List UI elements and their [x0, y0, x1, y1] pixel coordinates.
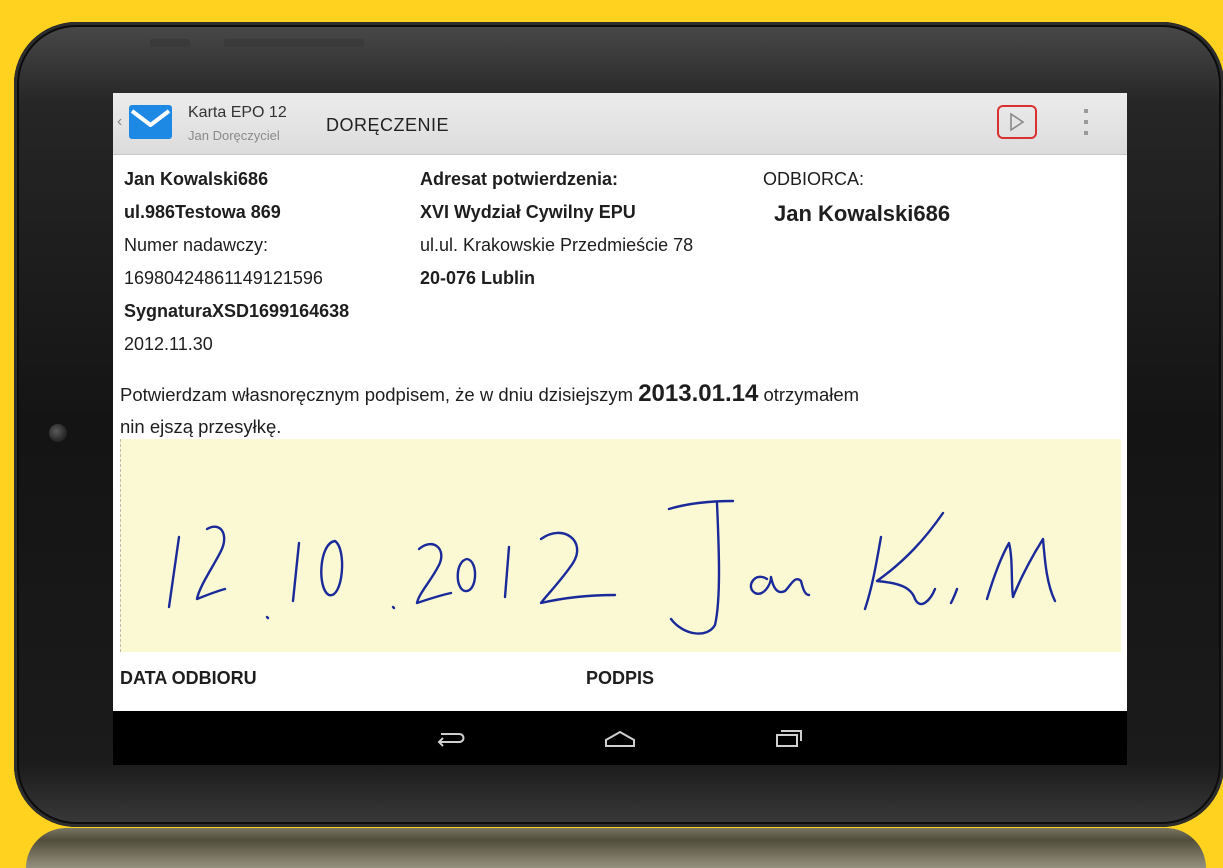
- navigation-bar: [113, 711, 1127, 765]
- recipient-name: Jan Kowalski686: [774, 201, 951, 226]
- section-title: DORĘCZENIE: [326, 115, 450, 135]
- signature-label: PODPIS: [586, 668, 655, 688]
- statement-date: 2013.01.14: [638, 380, 759, 407]
- confirmation-city: 20-076 Lublin: [420, 268, 536, 288]
- send-button[interactable]: [997, 105, 1037, 139]
- sender-date: 2012.11.30: [124, 334, 213, 354]
- card-title: Karta EPO 12: [188, 104, 287, 121]
- action-bar: ‹ Karta EPO 12 Jan Doręczyciel DORĘCZENI…: [113, 93, 1127, 155]
- statement-line-2: nin ejszą przesyłkę.: [120, 416, 282, 437]
- tablet-screen: ‹ Karta EPO 12 Jan Doręczyciel DORĘCZENI…: [113, 93, 1127, 765]
- tracking-label: Numer nadawczy:: [124, 235, 269, 255]
- confirmation-name: XVI Wydział Cywilny EPU: [420, 202, 636, 222]
- up-caret-icon[interactable]: ‹: [117, 113, 122, 131]
- overflow-menu-icon[interactable]: [1081, 109, 1091, 135]
- confirmation-label: Adresat potwierdzenia:: [420, 169, 619, 189]
- sender-street: ul.986Testowa 869: [124, 202, 281, 222]
- home-icon[interactable]: [600, 724, 640, 752]
- statement-text: Potwierdzam własnoręcznym podpisem, że w…: [120, 384, 639, 405]
- card-subtitle: Jan Doręczyciel: [188, 128, 280, 143]
- play-icon: [1010, 112, 1025, 132]
- sender-name: Jan Kowalski686: [124, 169, 269, 189]
- recipient-label: ODBIORCA:: [763, 169, 865, 189]
- handwritten-signature: [167, 499, 1057, 635]
- tablet-reflection: [26, 828, 1206, 868]
- statement-line-1: Potwierdzam własnoręcznym podpisem, że w…: [120, 380, 860, 407]
- signature-ref: SygnaturaXSD1699164638: [124, 301, 350, 321]
- statement-text-end: otrzymałem: [758, 384, 860, 405]
- signature-pad[interactable]: [120, 439, 1121, 652]
- date-label: DATA ODBIORU: [120, 668, 257, 688]
- volume-button: [224, 39, 364, 47]
- tracking-number: 169804248611491215​96: [124, 268, 323, 288]
- front-camera: [49, 424, 67, 442]
- recent-apps-icon[interactable]: [767, 724, 807, 752]
- confirmation-street: ul.ul. Krakowskie Przedmieście 78: [420, 235, 694, 255]
- power-button: [150, 39, 190, 47]
- back-icon[interactable]: [429, 724, 469, 752]
- envelope-icon[interactable]: [129, 105, 172, 139]
